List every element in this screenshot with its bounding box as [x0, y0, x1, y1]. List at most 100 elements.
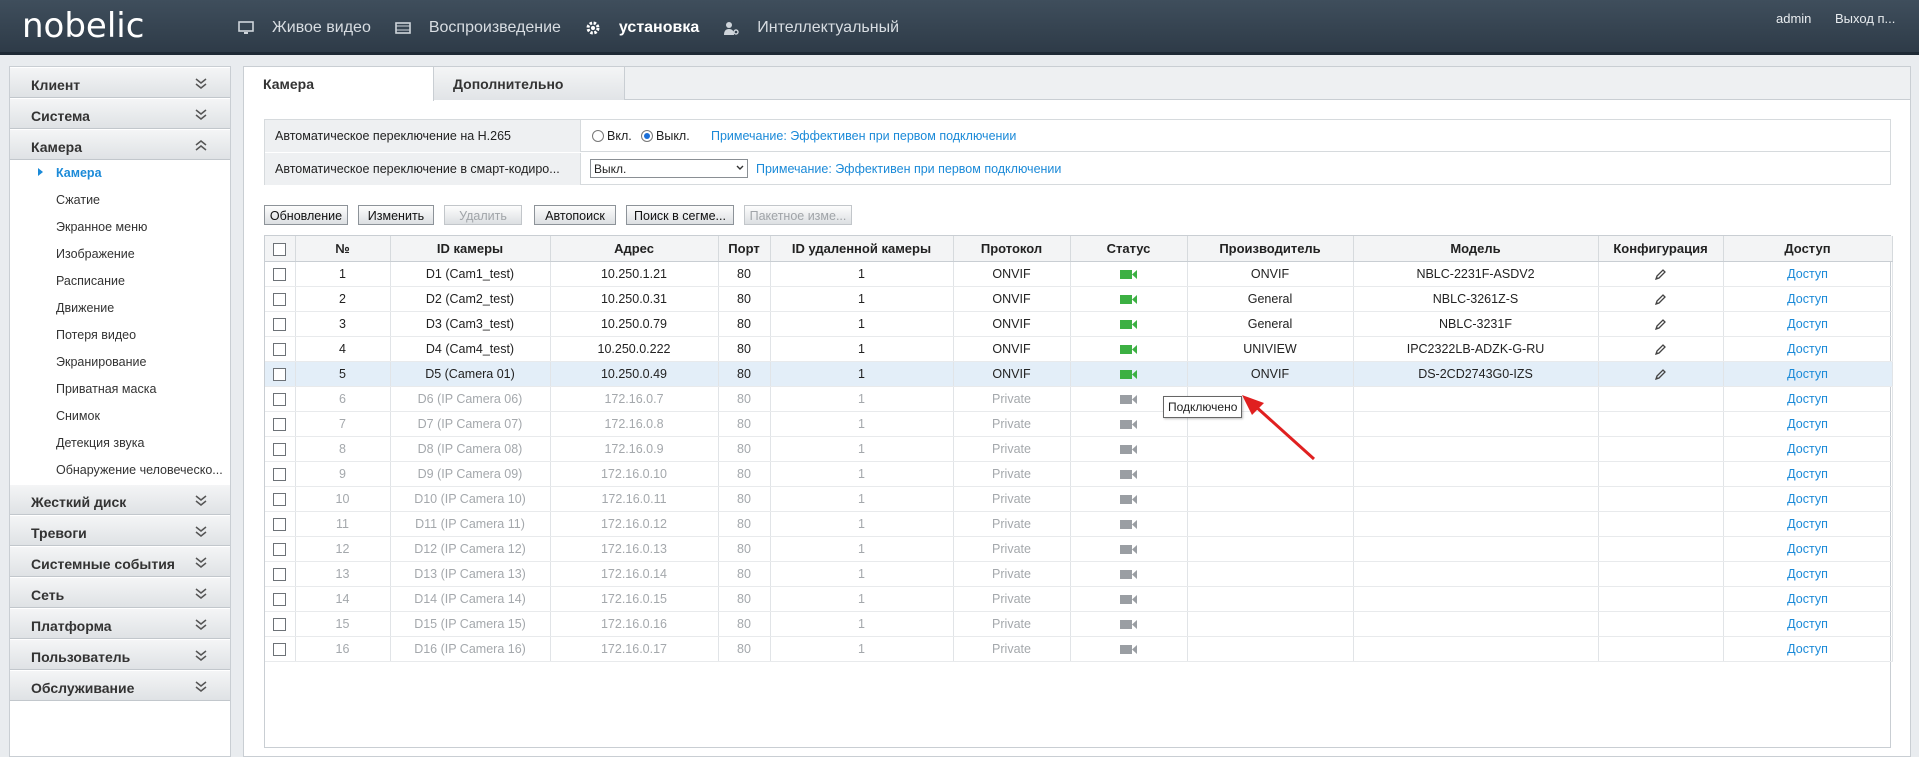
table-row[interactable]: 11 D11 (IP Camera 11) 172.16.0.12 80 1 Privat…: [265, 511, 1893, 537]
row-checkbox[interactable]: [273, 467, 287, 481]
sidebar-item-camera[interactable]: Камера: [10, 160, 230, 187]
row-checkbox[interactable]: [273, 617, 287, 631]
sidebar-item-osd[interactable]: Экранное меню: [10, 214, 230, 241]
row-select-cell: [265, 561, 296, 587]
access-link[interactable]: Доступ: [1723, 261, 1893, 287]
sidebar-item-schedule[interactable]: Расписание: [10, 268, 230, 295]
sidebar-section-user[interactable]: Пользователь: [10, 639, 230, 670]
access-link[interactable]: Доступ: [1723, 311, 1893, 337]
access-link[interactable]: Доступ: [1723, 586, 1893, 612]
table-row[interactable]: 9 D9 (IP Camera 09) 172.16.0.10 80 1 Private Д…: [265, 461, 1893, 487]
cell-config: [1598, 361, 1724, 387]
refresh-button[interactable]: Обновление: [264, 205, 348, 225]
access-link[interactable]: Доступ: [1723, 286, 1893, 312]
sidebar-item-video-loss[interactable]: Потеря видео: [10, 322, 230, 349]
sidebar-item-image[interactable]: Изображение: [10, 241, 230, 268]
batch-edit-button[interactable]: Пакетное изме...: [744, 205, 852, 225]
nav-intelligent[interactable]: Интеллектуальный: [723, 19, 899, 37]
access-link[interactable]: Доступ: [1723, 386, 1893, 412]
sidebar-section-system[interactable]: Система: [10, 98, 230, 129]
smart-codec-select[interactable]: Выкл.: [590, 159, 748, 178]
sidebar-item-human-detection[interactable]: Обнаружение человеческо...: [10, 457, 230, 484]
edit-pencil-icon[interactable]: [1654, 343, 1667, 356]
row-checkbox[interactable]: [273, 492, 287, 506]
edit-button[interactable]: Изменить: [358, 205, 434, 225]
table-row[interactable]: 4 D4 (Cam4_test) 10.250.0.222 80 1 ONVIF UNIVI…: [265, 336, 1893, 362]
row-checkbox[interactable]: [273, 292, 287, 306]
select-all-checkbox[interactable]: [273, 242, 287, 256]
delete-button[interactable]: Удалить: [444, 205, 522, 225]
table-row[interactable]: 8 D8 (IP Camera 08) 172.16.0.9 80 1 Private До…: [265, 436, 1893, 462]
h265-off-radio[interactable]: [641, 130, 653, 142]
row-checkbox[interactable]: [273, 367, 287, 381]
sidebar-item-motion[interactable]: Движение: [10, 295, 230, 322]
autosearch-button[interactable]: Автопоиск: [534, 205, 616, 225]
access-link[interactable]: Доступ: [1723, 611, 1893, 637]
nav-live-video[interactable]: Живое видео: [238, 19, 371, 37]
sidebar-item-tamper[interactable]: Экранирование: [10, 349, 230, 376]
table-row[interactable]: 16 D16 (IP Camera 16) 172.16.0.17 80 1 Privat…: [265, 636, 1893, 662]
table-row[interactable]: 1 D1 (Cam1_test) 10.250.1.21 80 1 ONVIF ONVIF N…: [265, 261, 1893, 287]
edit-pencil-icon[interactable]: [1654, 318, 1667, 331]
sidebar-item-snapshot[interactable]: Снимок: [10, 403, 230, 430]
edit-pencil-icon[interactable]: [1654, 268, 1667, 281]
sidebar-section-hdd[interactable]: Жесткий диск: [10, 484, 230, 515]
cell-remote-id: 1: [770, 436, 954, 462]
table-row[interactable]: 6 D6 (IP Camera 06) 172.16.0.7 80 1 Private До…: [265, 386, 1893, 412]
sidebar-section-alarms[interactable]: Тревоги: [10, 515, 230, 546]
access-link[interactable]: Доступ: [1723, 461, 1893, 487]
table-row[interactable]: 7 D7 (IP Camera 07) 172.16.0.8 80 1 Private До…: [265, 411, 1893, 437]
access-link[interactable]: Доступ: [1723, 361, 1893, 387]
sidebar-section-camera[interactable]: Камера: [10, 129, 230, 160]
table-row[interactable]: 3 D3 (Cam3_test) 10.250.0.79 80 1 ONVIF Genera…: [265, 311, 1893, 337]
table-row[interactable]: 2 D2 (Cam2_test) 10.250.0.31 80 1 ONVIF Genera…: [265, 286, 1893, 312]
cell-config: [1598, 386, 1724, 412]
cell-protocol: Private: [953, 536, 1071, 562]
tab-camera[interactable]: Камера: [244, 67, 434, 101]
table-row[interactable]: 12 D12 (IP Camera 12) 172.16.0.13 80 1 Privat…: [265, 536, 1893, 562]
row-checkbox[interactable]: [273, 642, 287, 656]
table-row[interactable]: 13 D13 (IP Camera 13) 172.16.0.14 80 1 Privat…: [265, 561, 1893, 587]
sidebar-section-network[interactable]: Сеть: [10, 577, 230, 608]
edit-pencil-icon[interactable]: [1654, 368, 1667, 381]
row-checkbox[interactable]: [273, 542, 287, 556]
segment-search-button[interactable]: Поиск в сегме...: [626, 205, 734, 225]
tab-advanced[interactable]: Дополнительно: [434, 67, 625, 100]
table-row[interactable]: 5 D5 (Camera 01) 10.250.0.49 80 1 ONVIF ONVIF D…: [265, 361, 1893, 387]
access-link[interactable]: Доступ: [1723, 561, 1893, 587]
sidebar-item-compression[interactable]: Сжатие: [10, 187, 230, 214]
row-checkbox[interactable]: [273, 442, 287, 456]
access-link[interactable]: Доступ: [1723, 511, 1893, 537]
edit-pencil-icon[interactable]: [1654, 293, 1667, 306]
nav-setup[interactable]: установка: [585, 19, 699, 37]
sidebar-section-system-events[interactable]: Системные события: [10, 546, 230, 577]
row-checkbox[interactable]: [273, 567, 287, 581]
sidebar-section-maintenance[interactable]: Обслуживание: [10, 670, 230, 701]
sidebar-item-audio-detection[interactable]: Детекция звука: [10, 430, 230, 457]
logout-link[interactable]: Выход п...: [1835, 11, 1895, 26]
table-row[interactable]: 14 D14 (IP Camera 14) 172.16.0.15 80 1 Privat…: [265, 586, 1893, 612]
access-link[interactable]: Доступ: [1723, 436, 1893, 462]
row-checkbox[interactable]: [273, 517, 287, 531]
sidebar-section-platform[interactable]: Платформа: [10, 608, 230, 639]
row-checkbox[interactable]: [273, 417, 287, 431]
access-link[interactable]: Доступ: [1723, 411, 1893, 437]
access-link[interactable]: Доступ: [1723, 486, 1893, 512]
row-checkbox[interactable]: [273, 592, 287, 606]
table-row[interactable]: 15 D15 (IP Camera 15) 172.16.0.16 80 1 Privat…: [265, 611, 1893, 637]
row-checkbox[interactable]: [273, 317, 287, 331]
access-link[interactable]: Доступ: [1723, 336, 1893, 362]
table-row[interactable]: 10 D10 (IP Camera 10) 172.16.0.11 80 1 Privat…: [265, 486, 1893, 512]
row-checkbox[interactable]: [273, 342, 287, 356]
access-link[interactable]: Доступ: [1723, 536, 1893, 562]
sidebar-item-privacy-mask[interactable]: Приватная маска: [10, 376, 230, 403]
user-name[interactable]: admin: [1776, 11, 1811, 26]
cell-vendor: [1187, 486, 1354, 512]
h265-on-radio[interactable]: [592, 130, 604, 142]
row-checkbox[interactable]: [273, 267, 287, 281]
access-link[interactable]: Доступ: [1723, 636, 1893, 662]
row-checkbox[interactable]: [273, 392, 287, 406]
sidebar-section-client[interactable]: Клиент: [10, 67, 230, 98]
cell-protocol: Private: [953, 386, 1071, 412]
nav-playback[interactable]: Воспроизведение: [395, 19, 561, 37]
